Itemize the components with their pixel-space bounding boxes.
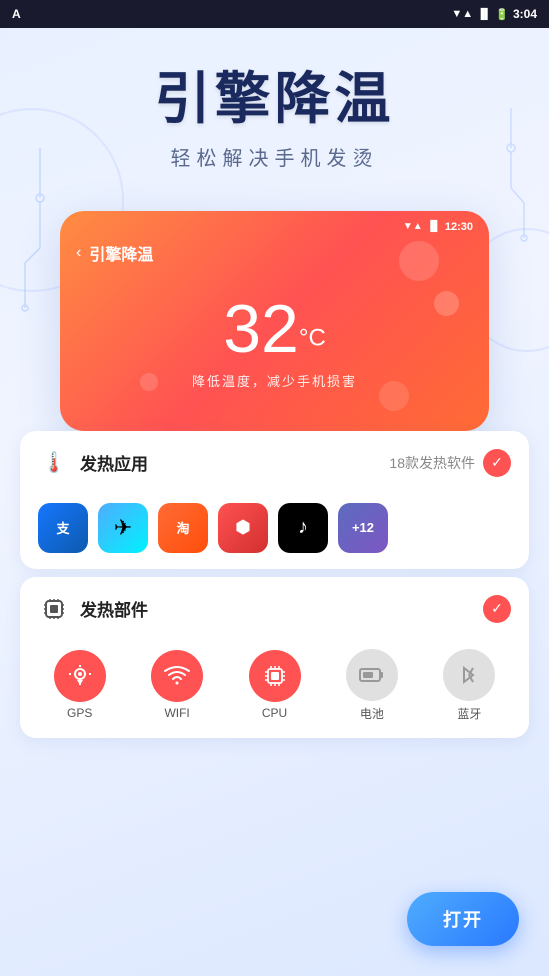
status-right: ▼▲ ▐▌ 🔋 3:04: [451, 7, 537, 21]
cpu-icon-circle: [249, 650, 301, 702]
bubble3: [140, 373, 158, 391]
phone-temperature: 32: [223, 291, 299, 367]
phone-signal-icon: ▐▌: [427, 221, 441, 232]
wifi-icon: ▼▲: [451, 8, 473, 20]
time-display: 3:04: [513, 7, 537, 21]
bluetooth-icon-circle: [443, 649, 495, 701]
heat-apps-panel: 🌡️ 发热应用 18款发热软件 ✓ 支 ✈ 淘: [20, 431, 529, 569]
bubble1: [399, 241, 439, 281]
comp-wifi[interactable]: WIFI: [135, 650, 218, 720]
app-alipay[interactable]: 支: [38, 503, 88, 553]
heat-component-panel: 发热部件 ✓: [20, 577, 529, 738]
heat-apps-header: 🌡️ 发热应用 18款发热软件 ✓: [20, 431, 529, 495]
status-app-icon: A: [12, 7, 21, 21]
main-title: 引擎降温: [20, 68, 529, 130]
components-row: GPS WIFI: [20, 641, 529, 738]
signal-icon: ▐▌: [477, 9, 491, 20]
app-tplink[interactable]: ⬢: [218, 503, 268, 553]
phone-status-row: ▼▲ ▐▌ 12:30: [76, 221, 473, 233]
header-section: 引擎降温 轻松解决手机发烫: [0, 28, 549, 191]
comp-bluetooth[interactable]: 蓝牙: [428, 649, 511, 722]
gps-icon-circle: [54, 650, 106, 702]
phone-back-icon: ‹: [76, 244, 81, 262]
app-feishu[interactable]: ✈: [98, 503, 148, 553]
app-more[interactable]: +12: [338, 503, 388, 553]
gps-label: GPS: [67, 706, 92, 720]
battery-label: 电池: [360, 705, 384, 722]
phone-nav-title: 引擎降温: [89, 241, 153, 265]
heat-apps-check[interactable]: ✓: [483, 449, 511, 477]
battery-icon-circle: [346, 649, 398, 701]
comp-gps[interactable]: GPS: [38, 650, 121, 720]
phone-temp-desc: 降低温度，减少手机损害: [76, 371, 473, 390]
battery-icon: 🔋: [495, 8, 509, 21]
heat-component-header-left: 发热部件: [38, 593, 148, 625]
bluetooth-label: 蓝牙: [457, 705, 481, 722]
phone-card-header: ▼▲ ▐▌ 12:30 ‹ 引擎降温 32°C 降低温度，减少手机损害: [60, 211, 489, 431]
heat-component-header: 发热部件 ✓: [20, 577, 529, 641]
heat-component-check[interactable]: ✓: [483, 595, 511, 623]
heat-apps-header-left: 🌡️ 发热应用: [38, 447, 148, 479]
phone-time: 12:30: [445, 221, 473, 233]
phone-card: ▼▲ ▐▌ 12:30 ‹ 引擎降温 32°C 降低温度，减少手机损害: [60, 211, 489, 431]
bubble4: [379, 381, 409, 411]
app-tiktok[interactable]: ♪: [278, 503, 328, 553]
apps-row: 支 ✈ 淘 ⬢ ♪ +12: [20, 495, 529, 569]
comp-cpu[interactable]: CPU: [233, 650, 316, 720]
comp-battery[interactable]: 电池: [330, 649, 413, 722]
status-bar: A ▼▲ ▐▌ 🔋 3:04: [0, 0, 549, 28]
heat-apps-title: 发热应用: [80, 450, 148, 475]
panels-area: 🌡️ 发热应用 18款发热软件 ✓ 支 ✈ 淘: [20, 431, 529, 738]
sub-title: 轻松解决手机发烫: [20, 142, 529, 171]
cpu-label: CPU: [262, 706, 287, 720]
heat-apps-header-right: 18款发热软件 ✓: [389, 449, 511, 477]
heat-apps-icon: 🌡️: [38, 447, 70, 479]
heat-component-icon: [38, 593, 70, 625]
wifi-icon-circle: [151, 650, 203, 702]
main-area: 引擎降温 轻松解决手机发烫 ▼▲ ▐▌ 12:30 ‹ 引擎降温 32°C 降低…: [0, 28, 549, 976]
heat-component-title: 发热部件: [80, 596, 148, 621]
phone-temp-area: 32°C 降低温度，减少手机损害: [76, 285, 473, 400]
open-button[interactable]: 打开: [407, 892, 519, 946]
bubble2: [434, 291, 459, 316]
wifi-label: WIFI: [164, 706, 189, 720]
phone-wifi-icon: ▼▲: [403, 221, 423, 232]
heat-apps-count: 18款发热软件: [389, 453, 475, 473]
app-taobao[interactable]: 淘: [158, 503, 208, 553]
bottom-bar: 打开: [407, 892, 519, 946]
heat-component-header-right: ✓: [483, 595, 511, 623]
phone-temp-unit: °C: [299, 324, 326, 351]
